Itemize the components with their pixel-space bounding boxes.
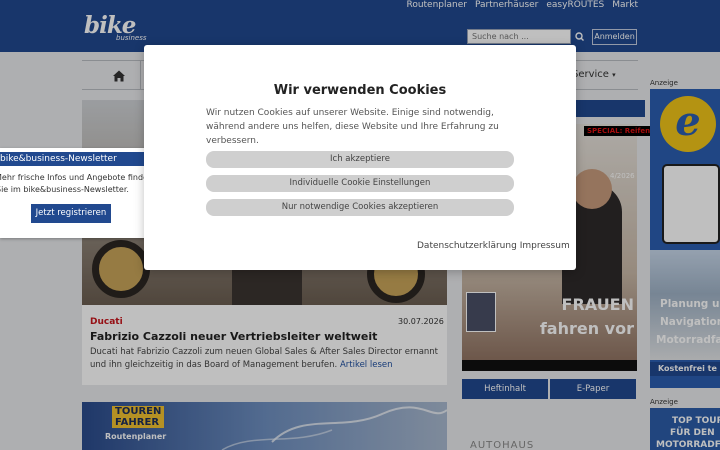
privacy-policy-link[interactable]: Datenschutzerklärung (417, 241, 517, 251)
cookie-dialog-links: Datenschutzerklärung Impressum (417, 241, 570, 251)
cookie-dialog-title: Wir verwenden Cookies (273, 83, 447, 98)
newsletter-text-line2: Sie im bike&business-Newsletter. (0, 185, 129, 194)
imprint-link[interactable]: Impressum (520, 241, 570, 251)
newsletter-text: Mehr frische Infos und Angebote finden S… (0, 172, 148, 196)
cookie-dialog-text: Wir nutzen Cookies auf unserer Website. … (206, 108, 499, 146)
individual-cookie-settings-button[interactable]: Individuelle Cookie Einstellungen (206, 175, 514, 192)
necessary-cookies-only-button[interactable]: Nur notwendige Cookies akzeptieren (206, 199, 514, 216)
newsletter-text-line1: Mehr frische Infos und Angebote finden (0, 173, 148, 182)
newsletter-title: bike&business-Newsletter (0, 152, 148, 166)
accept-all-cookies-button[interactable]: Ich akzeptiere (206, 151, 514, 168)
newsletter-register-button[interactable]: Jetzt registrieren (31, 204, 111, 223)
